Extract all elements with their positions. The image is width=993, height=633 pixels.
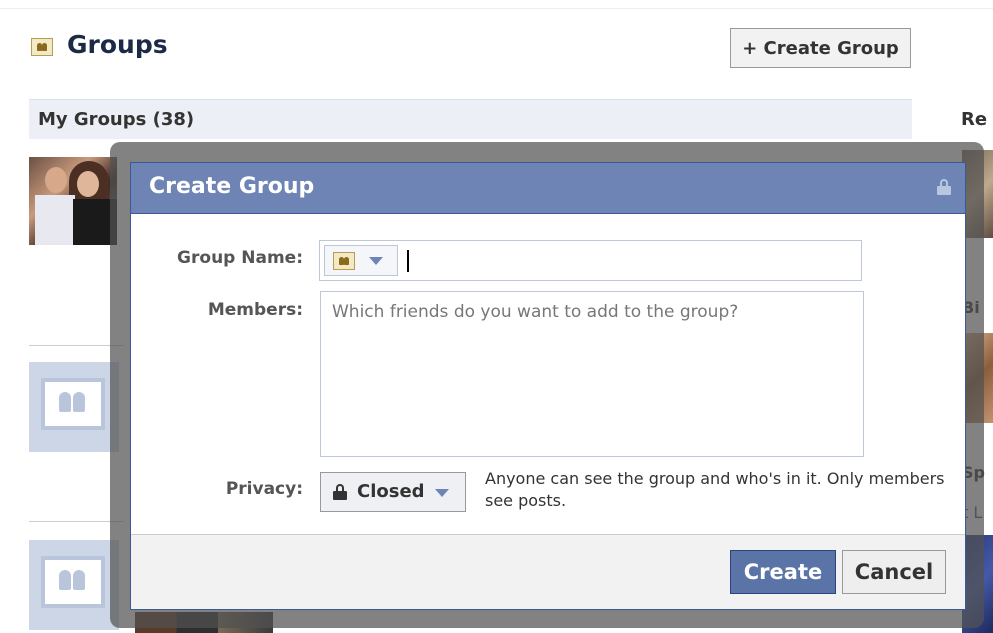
group-name-field — [319, 240, 862, 281]
top-divider — [0, 8, 993, 9]
group-name-label: Group Name: — [177, 248, 303, 268]
dialog-header: Create Group — [131, 163, 965, 214]
create-group-label: + Create Group — [742, 37, 899, 59]
right-column-heading: Re — [961, 109, 988, 130]
group-placeholder-image[interactable] — [29, 540, 119, 630]
group-thumbnail-photo[interactable] — [29, 157, 117, 245]
group-icon — [333, 252, 355, 270]
my-groups-title: My Groups (38) — [38, 109, 195, 130]
create-group-dialog: Create Group Group Name: Members: Privac… — [130, 162, 966, 610]
dialog-footer: Create Cancel — [131, 534, 965, 609]
privacy-description: Anyone can see the group and who's in it… — [485, 469, 945, 510]
group-icon-selector[interactable] — [324, 245, 398, 276]
create-button[interactable]: Create — [730, 550, 836, 594]
text-cursor — [407, 250, 409, 272]
page-title: Groups — [67, 30, 168, 59]
dialog-title: Create Group — [149, 174, 315, 199]
lock-icon — [937, 179, 951, 195]
lock-icon — [333, 484, 347, 500]
privacy-label: Privacy: — [225, 479, 303, 499]
members-label: Members: — [207, 300, 303, 320]
create-group-button[interactable]: + Create Group — [730, 28, 911, 68]
my-groups-header: My Groups (38) — [29, 99, 912, 139]
cancel-button[interactable]: Cancel — [842, 550, 946, 594]
group-name-input[interactable] — [402, 241, 857, 280]
groups-icon — [31, 38, 53, 56]
chevron-down-icon — [435, 489, 449, 497]
group-placeholder-image[interactable] — [29, 362, 119, 452]
privacy-dropdown[interactable]: Closed — [320, 472, 466, 512]
chevron-down-icon — [369, 257, 383, 265]
members-input[interactable] — [320, 291, 864, 457]
privacy-value: Closed — [357, 481, 425, 502]
